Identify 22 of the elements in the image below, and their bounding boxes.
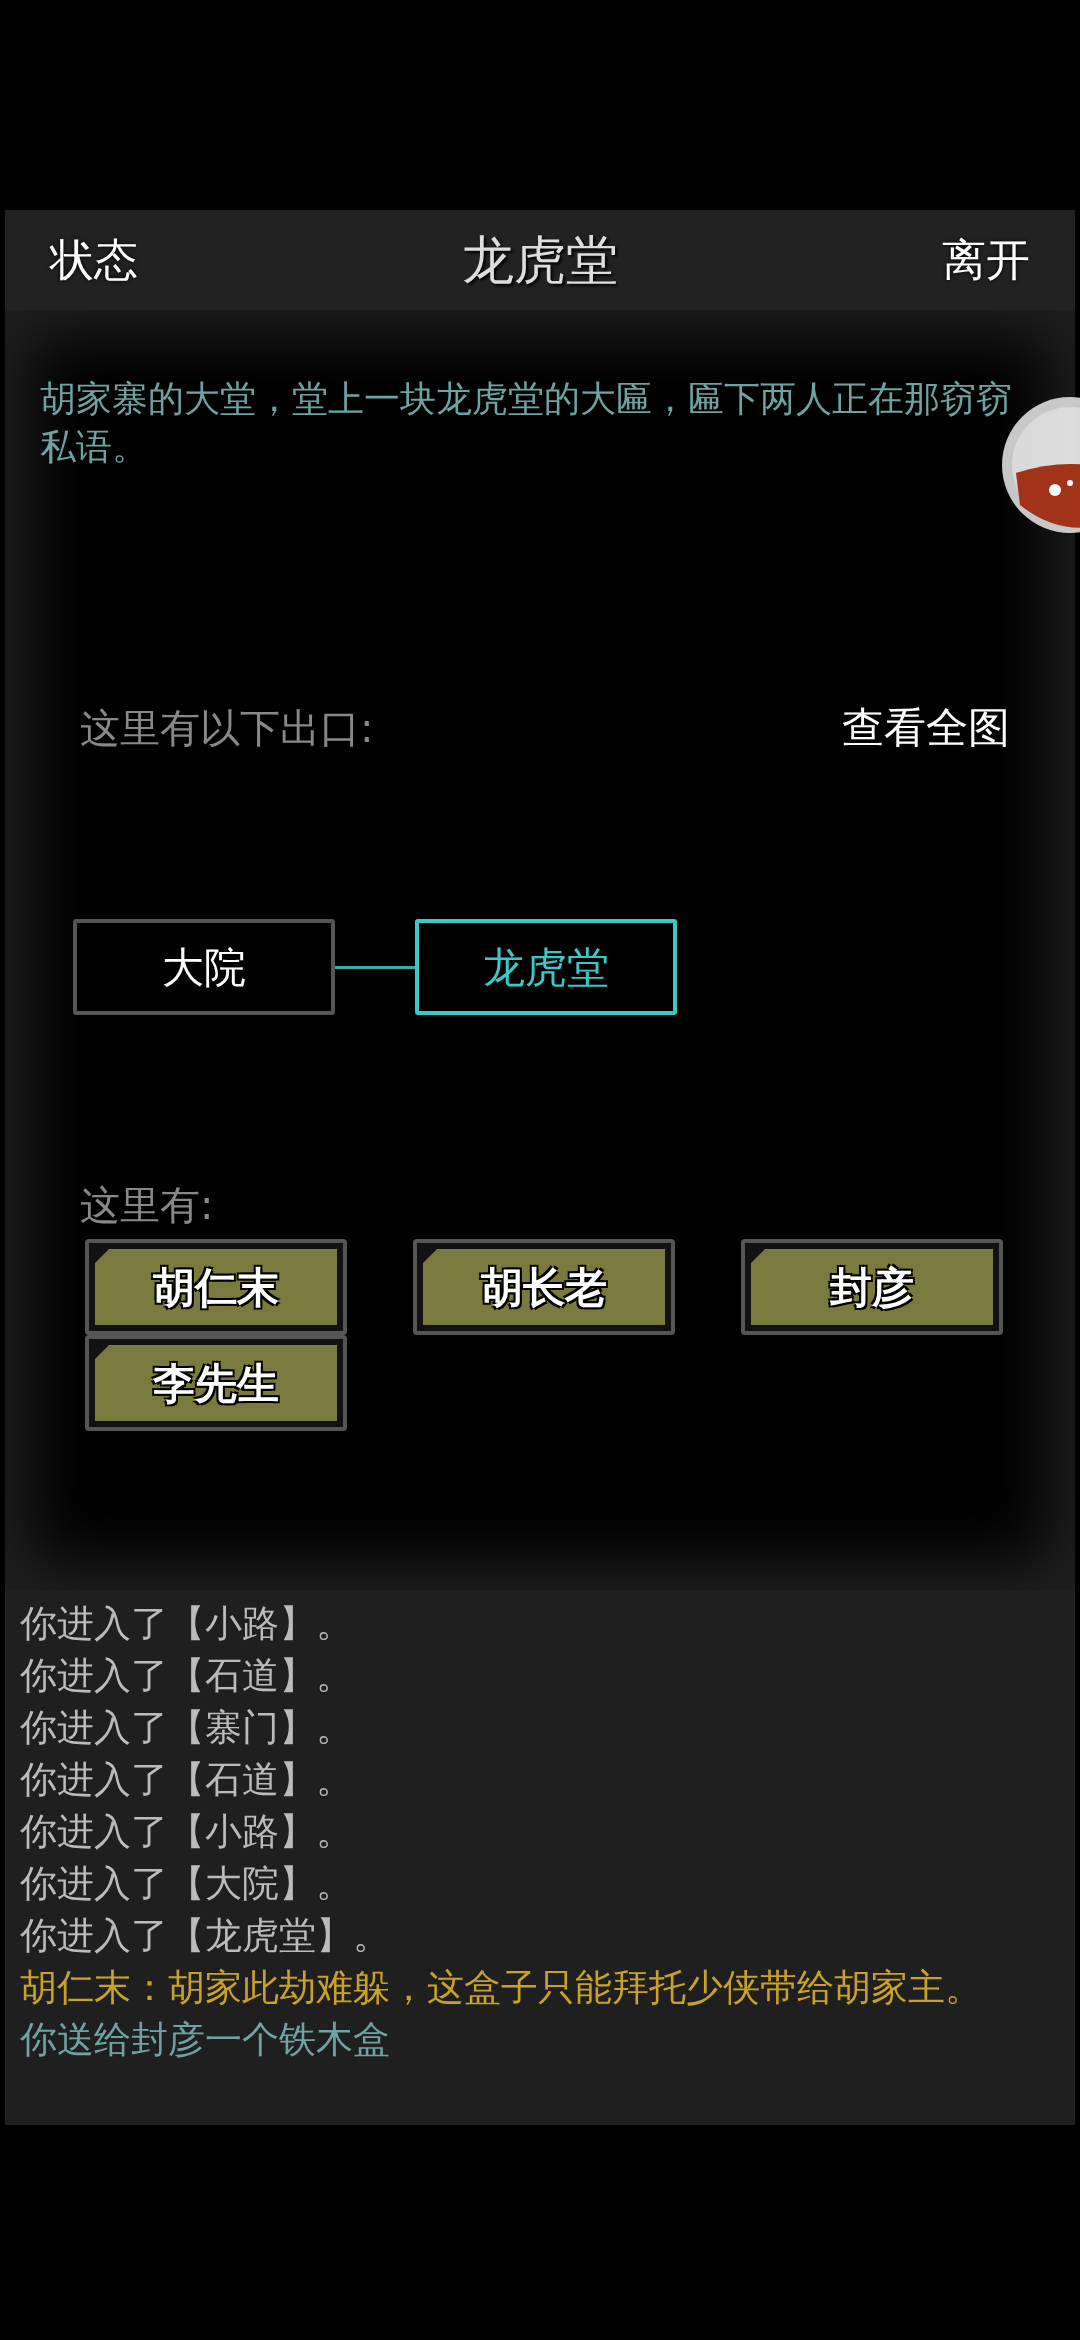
npc-button[interactable]: 胡仁末 [85, 1239, 347, 1335]
log-line: 你进入了【龙虎堂】。 [20, 1913, 391, 1959]
log-line: 胡仁末：胡家此劫难躲，这盒子只能拜托少侠带给胡家主。 [20, 1965, 983, 2011]
log-line: 你进入了【寨门】。 [20, 1705, 354, 1751]
map-room[interactable]: 龙虎堂 [415, 919, 677, 1015]
npc-button[interactable]: 胡长老 [413, 1239, 675, 1335]
log-line: 你进入了【小路】。 [20, 1601, 354, 1647]
log-line: 你送给封彦一个铁木盒 [20, 2017, 391, 2063]
view-map-button[interactable]: 查看全图 [842, 696, 1010, 759]
npc-button[interactable]: 封彦 [741, 1239, 1003, 1335]
leave-button[interactable]: 离开 [942, 227, 1030, 293]
map-room[interactable]: 大院 [73, 919, 335, 1015]
status-button[interactable]: 状态 [50, 227, 138, 293]
log-line: 你进入了【大院】。 [20, 1861, 354, 1907]
people-label: 这里有: [80, 1182, 214, 1228]
room-description: 胡家寨的大堂，堂上一块龙虎堂的大匾，匾下两人正在那窃窃私语。 [40, 377, 1013, 469]
npc-button[interactable]: 李先生 [85, 1335, 347, 1431]
exits-label: 这里有以下出口: [80, 703, 374, 753]
log-line: 你进入了【小路】。 [20, 1809, 354, 1855]
room-title: 龙虎堂 [462, 229, 618, 292]
log-line: 你进入了【石道】。 [20, 1757, 354, 1803]
log-line: 你进入了【石道】。 [20, 1653, 354, 1699]
